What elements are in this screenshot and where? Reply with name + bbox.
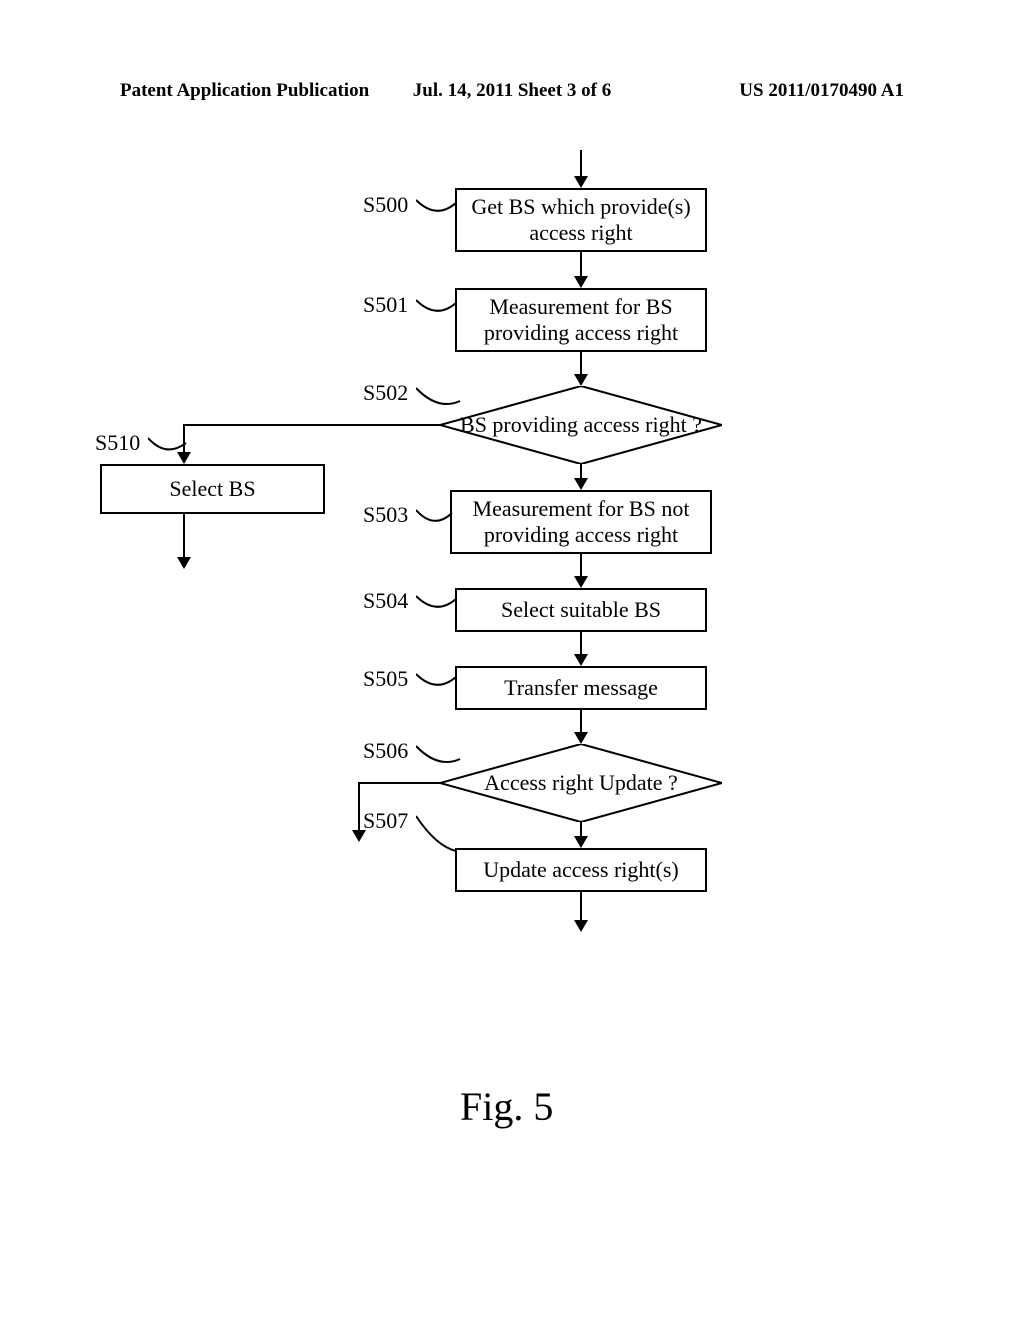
step-s510-box: Select BS	[100, 464, 325, 514]
step-s505-label: S505	[363, 666, 408, 692]
step-s506-diamond: Access right Update ?	[440, 744, 722, 822]
step-s502-text: BS providing access right ?	[460, 412, 702, 438]
arrow-head-s504-s505	[574, 654, 588, 666]
connector-s506	[416, 741, 462, 771]
connector-s503	[416, 505, 454, 531]
connector-s510	[148, 433, 188, 459]
arrow-head-s507-exit	[574, 920, 588, 932]
figure-caption: Fig. 5	[460, 1083, 553, 1130]
step-s507-label: S507	[363, 808, 408, 834]
step-s502-diamond: BS providing access right ?	[440, 386, 722, 464]
step-s507-box: Update access right(s)	[455, 848, 707, 892]
arrow-s510-exit	[183, 514, 185, 559]
header-patent-number: US 2011/0170490 A1	[643, 80, 904, 102]
step-s510-text: Select BS	[169, 476, 255, 502]
arrow-s507-exit	[580, 892, 582, 922]
connector-s505	[416, 669, 458, 695]
step-s506-text: Access right Update ?	[484, 770, 678, 796]
step-s500-box: Get BS which provide(s) access right	[455, 188, 707, 252]
arrow-head-s502-s503	[574, 478, 588, 490]
step-s510-label: S510	[95, 430, 140, 456]
step-s503-label: S503	[363, 502, 408, 528]
step-s502-label: S502	[363, 380, 408, 406]
step-s503-box: Measurement for BS not providing access …	[450, 490, 712, 554]
step-s501-label: S501	[363, 292, 408, 318]
step-s501-text: Measurement for BS providing access righ…	[467, 294, 695, 346]
step-s500-text: Get BS which provide(s) access right	[467, 194, 695, 246]
arrow-head-entry	[574, 176, 588, 188]
step-s501-box: Measurement for BS providing access righ…	[455, 288, 707, 352]
arrow-head-s506-s507	[574, 836, 588, 848]
connector-s501	[416, 295, 458, 321]
arrow-head-s510-exit	[177, 557, 191, 569]
arrow-s500-s501	[580, 252, 582, 278]
arrow-entry	[580, 150, 582, 178]
arrow-head-s503-s504	[574, 576, 588, 588]
step-s500-label: S500	[363, 192, 408, 218]
step-s505-text: Transfer message	[504, 675, 658, 701]
line-s506-left	[358, 782, 441, 784]
arrow-head-s500-s501	[574, 276, 588, 288]
step-s507-text: Update access right(s)	[483, 857, 678, 883]
arrow-s501-s502	[580, 352, 582, 376]
step-s503-text: Measurement for BS not providing access …	[462, 496, 700, 548]
arrow-head-s501-s502	[574, 374, 588, 386]
arrow-head-s505-s506	[574, 732, 588, 744]
arrow-s503-s504	[580, 554, 582, 578]
page-header: Patent Application Publication Jul. 14, …	[0, 80, 1024, 102]
arrow-s505-s506	[580, 710, 582, 734]
step-s504-text: Select suitable BS	[501, 597, 661, 623]
header-date-sheet: Jul. 14, 2011 Sheet 3 of 6	[381, 80, 642, 102]
connector-s504	[416, 591, 458, 617]
connector-s500	[416, 195, 458, 221]
flowchart-diagram: Get BS which provide(s) access right S50…	[0, 140, 1024, 1040]
step-s506-label: S506	[363, 738, 408, 764]
arrow-s504-s505	[580, 632, 582, 656]
connector-s502	[416, 383, 462, 413]
step-s504-label: S504	[363, 588, 408, 614]
line-s502-left	[183, 424, 441, 426]
connector-s507	[416, 811, 458, 855]
line-s506-left-down	[358, 782, 360, 832]
step-s505-box: Transfer message	[455, 666, 707, 710]
header-publication: Patent Application Publication	[120, 80, 381, 102]
step-s504-box: Select suitable BS	[455, 588, 707, 632]
